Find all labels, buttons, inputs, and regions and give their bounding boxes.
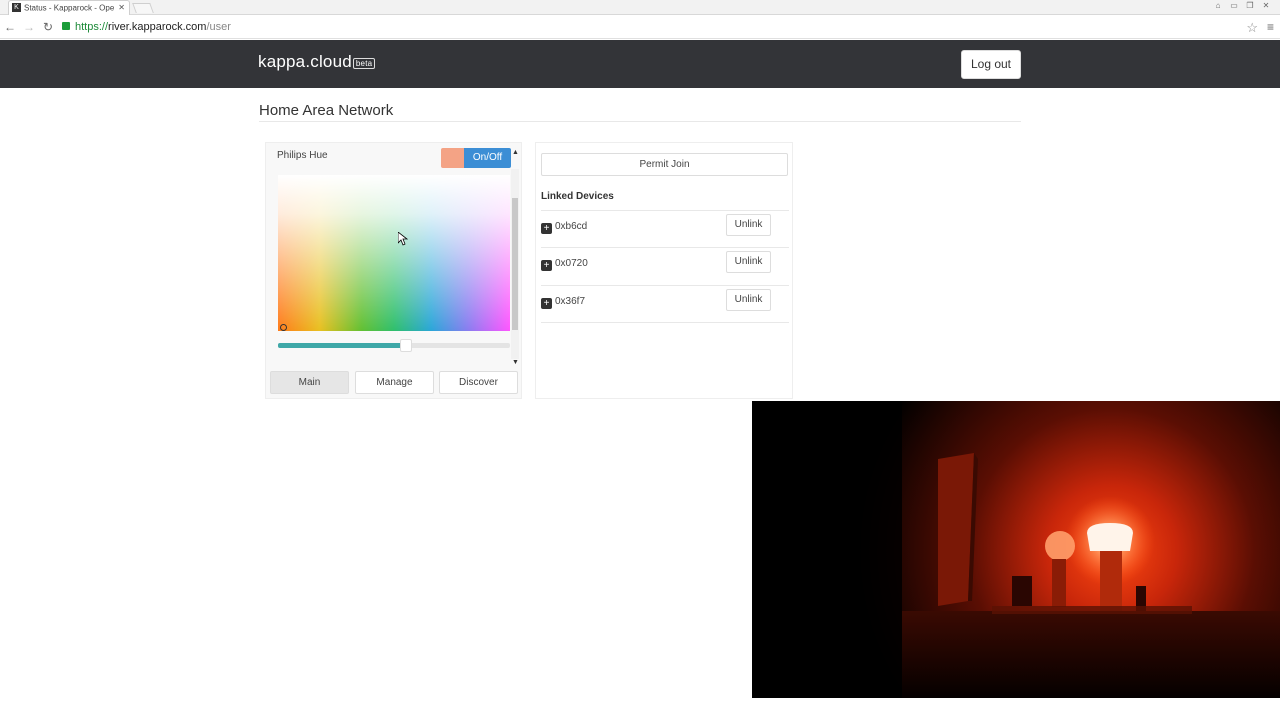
minimize-icon[interactable]: ▭ xyxy=(1228,0,1240,12)
scroll-down-arrow-icon[interactable]: ▼ xyxy=(512,359,519,366)
expand-plus-icon[interactable]: + xyxy=(541,260,552,271)
browser-toolbar: ← → ↻ https://river.kapparock.com/user ☆… xyxy=(0,16,1280,39)
app-navbar: kappa.cloud beta xyxy=(0,40,1280,88)
window-controls: ⌂ ▭ ❐ ✕ xyxy=(1212,0,1272,12)
unlink-button[interactable]: Unlink xyxy=(726,214,771,236)
device-name: Philips Hue xyxy=(277,150,328,161)
beta-badge: beta xyxy=(352,58,376,69)
browser-menu-icon[interactable]: ≡ xyxy=(1267,20,1274,34)
url-scheme: https:// xyxy=(75,21,109,33)
maximize-icon[interactable]: ❐ xyxy=(1244,0,1256,12)
brightness-slider-knob[interactable] xyxy=(400,339,412,352)
picker-saturation-gradient xyxy=(278,175,510,331)
lamp-photo xyxy=(752,401,1280,698)
page-title: Home Area Network xyxy=(259,102,394,119)
permit-join-button[interactable]: Permit Join xyxy=(541,153,788,176)
url-path: /user xyxy=(206,21,231,33)
list-item: + 0x36f7 Unlink xyxy=(541,285,789,323)
brightness-slider-fill xyxy=(278,343,406,348)
browser-tab[interactable]: K Status - Kapparock - Ope ✕ xyxy=(8,0,130,15)
tab-manage[interactable]: Manage xyxy=(355,371,434,394)
address-bar[interactable]: https://river.kapparock.com/user xyxy=(62,19,1262,36)
tab-close-icon[interactable]: ✕ xyxy=(118,1,125,14)
scroll-up-arrow-icon[interactable]: ▲ xyxy=(512,149,519,156)
secure-lock-icon xyxy=(62,22,70,31)
linked-devices-panel: Permit Join Linked Devices + 0xb6cd Unli… xyxy=(535,142,793,399)
tab-main[interactable]: Main xyxy=(270,371,349,394)
list-item: + 0xb6cd Unlink xyxy=(541,210,789,248)
color-picker[interactable] xyxy=(278,175,510,331)
unlink-button[interactable]: Unlink xyxy=(726,251,771,273)
expand-plus-icon[interactable]: + xyxy=(541,298,552,309)
unlink-button[interactable]: Unlink xyxy=(726,289,771,311)
onoff-button[interactable]: On/Off xyxy=(464,148,511,168)
site-favicon-icon: K xyxy=(12,3,21,13)
url-host: river.kapparock.com xyxy=(108,21,207,33)
title-divider xyxy=(259,121,1021,122)
brand-logo[interactable]: kappa.cloud beta xyxy=(258,52,376,72)
device-panel: Philips Hue On/Off ▲ ▼ Main Manage Disco… xyxy=(265,142,522,399)
list-item: + 0x0720 Unlink xyxy=(541,247,789,285)
mouse-cursor-icon xyxy=(398,232,408,246)
expand-plus-icon[interactable]: + xyxy=(541,223,552,234)
reload-icon[interactable]: ↻ xyxy=(40,19,56,35)
tab-discover[interactable]: Discover xyxy=(439,371,518,394)
browser-tabstrip: K Status - Kapparock - Ope ✕ ⌂ ▭ ❐ ✕ xyxy=(0,0,1280,15)
brand-name: kappa.cloud xyxy=(258,52,352,71)
user-icon[interactable]: ⌂ xyxy=(1212,0,1224,12)
close-window-icon[interactable]: ✕ xyxy=(1260,0,1272,12)
device-address: 0x0720 xyxy=(555,258,588,269)
bookmark-star-icon[interactable]: ☆ xyxy=(1246,20,1258,36)
panel-scroll-thumb[interactable] xyxy=(512,198,518,330)
device-address: 0xb6cd xyxy=(555,221,588,232)
linked-devices-title: Linked Devices xyxy=(541,191,614,202)
color-swatch[interactable] xyxy=(441,148,464,168)
color-picker-handle[interactable] xyxy=(280,324,287,331)
camera-feed xyxy=(752,401,1280,698)
new-tab-button[interactable] xyxy=(132,3,154,13)
forward-icon[interactable]: → xyxy=(21,19,37,35)
logout-button[interactable]: Log out xyxy=(961,50,1021,79)
device-address: 0x36f7 xyxy=(555,296,586,307)
back-icon[interactable]: ← xyxy=(2,19,18,35)
tab-title: Status - Kapparock - Ope xyxy=(24,3,115,13)
